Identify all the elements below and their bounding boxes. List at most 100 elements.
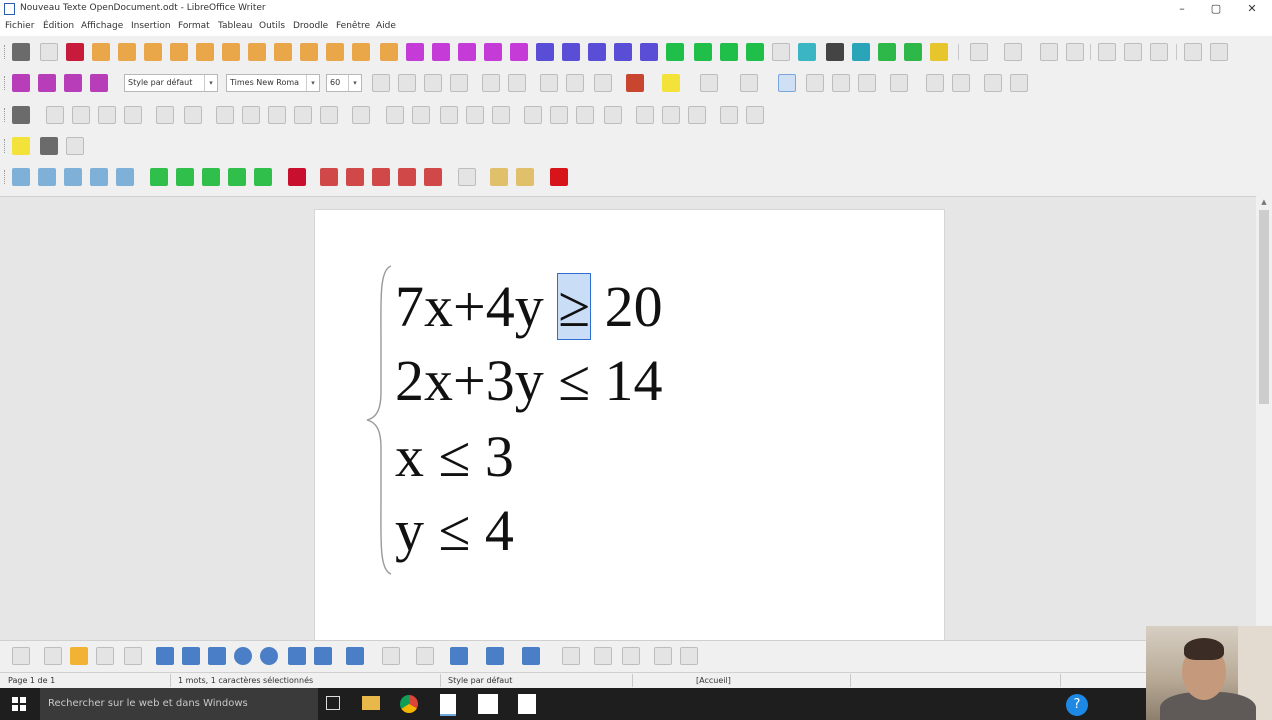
menu-affichage[interactable]: Affichage [81, 21, 123, 31]
equation-line-3[interactable]: x ≤ 3 [395, 428, 514, 486]
segment-icon[interactable] [720, 106, 738, 124]
menu-aide[interactable]: Aide [376, 21, 396, 31]
g-green-icon[interactable] [878, 43, 896, 61]
rect-tool-icon[interactable] [156, 647, 174, 665]
angle-icon[interactable] [746, 106, 764, 124]
copy-icon[interactable] [1210, 43, 1228, 61]
menu-fenetre[interactable]: Fenêtre [336, 21, 370, 31]
recording-app-icon[interactable] [478, 694, 498, 714]
align-left-icon[interactable] [778, 74, 796, 92]
axis-icon[interactable] [550, 106, 568, 124]
chrome-icon[interactable] [400, 695, 418, 713]
square-blue-icon[interactable] [640, 43, 658, 61]
circle-small-icon[interactable] [352, 106, 370, 124]
style-1-icon[interactable] [12, 74, 30, 92]
circle-blue-icon[interactable] [536, 43, 554, 61]
flag-icon[interactable] [484, 43, 502, 61]
diamond-red-icon[interactable] [288, 168, 306, 186]
cloud-icon[interactable] [492, 106, 510, 124]
box-red-icon[interactable] [320, 168, 338, 186]
d-yellow-icon[interactable] [12, 137, 30, 155]
cross-icon[interactable] [124, 106, 142, 124]
pi-icon[interactable] [248, 43, 266, 61]
cone-red-icon[interactable] [372, 168, 390, 186]
line-green-icon[interactable] [666, 43, 684, 61]
grid-yellow-icon[interactable] [490, 168, 508, 186]
export-icon[interactable] [970, 43, 988, 61]
edit-doc-icon[interactable] [1098, 43, 1116, 61]
f-purple-icon[interactable] [458, 43, 476, 61]
subscript-icon[interactable] [508, 74, 526, 92]
rect-outline-icon[interactable] [294, 106, 312, 124]
chevron-down-icon[interactable]: ▾ [348, 75, 361, 91]
text-box-icon[interactable] [594, 647, 612, 665]
grid-small-icon[interactable] [576, 106, 594, 124]
ellipse-tool-icon[interactable] [234, 647, 252, 665]
menu-format[interactable]: Format [178, 21, 210, 31]
brace-icon[interactable] [352, 43, 370, 61]
cut-icon[interactable] [1184, 43, 1202, 61]
table-insert-icon[interactable] [772, 43, 790, 61]
style-3-icon[interactable] [64, 74, 82, 92]
menu-insertion[interactable]: Insertion [131, 21, 171, 31]
compass-icon[interactable] [604, 106, 622, 124]
text-ab-icon[interactable] [458, 168, 476, 186]
arc-icon[interactable] [320, 106, 338, 124]
menu-droodle[interactable]: Droodle [293, 21, 328, 31]
save-as-icon[interactable] [1066, 43, 1084, 61]
shadow-icon[interactable] [540, 74, 558, 92]
clear-format-icon[interactable] [594, 74, 612, 92]
comment-bubble-icon[interactable] [562, 647, 580, 665]
print-icon[interactable] [1124, 43, 1142, 61]
gallery-icon[interactable] [12, 106, 30, 124]
split-circle-icon[interactable] [466, 106, 484, 124]
callout-icon[interactable] [124, 647, 142, 665]
print-preview-icon[interactable] [1150, 43, 1168, 61]
maximize-button[interactable]: ▢ [1198, 0, 1234, 18]
fontwork-icon[interactable] [622, 647, 640, 665]
menu-edition[interactable]: Édition [43, 21, 74, 31]
square-outline-icon[interactable] [216, 106, 234, 124]
refresh-icon[interactable] [614, 43, 632, 61]
diamond-outline-icon[interactable] [242, 106, 260, 124]
plus-circle-icon[interactable] [440, 106, 458, 124]
grid-purple-icon[interactable] [432, 43, 450, 61]
equation-line-2[interactable]: 2x+3y ≤ 14 [395, 352, 663, 410]
double-arrow-icon[interactable] [416, 647, 434, 665]
paragraph-style-combo[interactable]: Style par défaut ▾ [124, 74, 218, 92]
menu-tableau[interactable]: Tableau [218, 21, 253, 31]
indent-increase-icon[interactable] [984, 74, 1002, 92]
writer-taskbar-icon[interactable] [440, 694, 456, 716]
strikethrough-icon[interactable] [450, 74, 468, 92]
para-spacing-icon[interactable] [926, 74, 944, 92]
triangle-tool-icon[interactable] [288, 647, 306, 665]
table-grid-icon[interactable] [40, 43, 58, 61]
menu-outils[interactable]: Outils [259, 21, 285, 31]
language-status[interactable]: [Accueil] [696, 676, 731, 685]
cone-blue-icon[interactable] [90, 168, 108, 186]
book-icon[interactable] [12, 168, 30, 186]
scroll-thumb[interactable] [1259, 210, 1269, 404]
hash-teal-icon[interactable] [798, 43, 816, 61]
close-button[interactable]: ✕ [1234, 0, 1270, 18]
minus-green-icon[interactable] [746, 43, 764, 61]
italic-icon[interactable] [398, 74, 416, 92]
slash-icon[interactable] [588, 43, 606, 61]
calc-app-icon[interactable] [518, 694, 536, 714]
highlight-icon[interactable] [662, 74, 680, 92]
file-explorer-icon[interactable] [362, 696, 380, 710]
b-yellow-icon[interactable] [930, 43, 948, 61]
plus-green-icon[interactable] [720, 43, 738, 61]
arrow-right-icon[interactable] [688, 106, 706, 124]
paren-icon[interactable] [380, 43, 398, 61]
bold-icon[interactable] [372, 74, 390, 92]
wedge-green-icon[interactable] [254, 168, 272, 186]
style-2-icon[interactable] [38, 74, 56, 92]
prism-green-icon[interactable] [202, 168, 220, 186]
indent-decrease-icon[interactable] [1010, 74, 1028, 92]
dotted-lines-2-icon[interactable] [662, 106, 680, 124]
font-size-combo[interactable]: 60 ▾ [326, 74, 362, 92]
style-4-icon[interactable] [90, 74, 108, 92]
macro-m-icon[interactable] [66, 43, 84, 61]
vertical-scrollbar[interactable]: ▲ ▼ [1256, 196, 1272, 640]
